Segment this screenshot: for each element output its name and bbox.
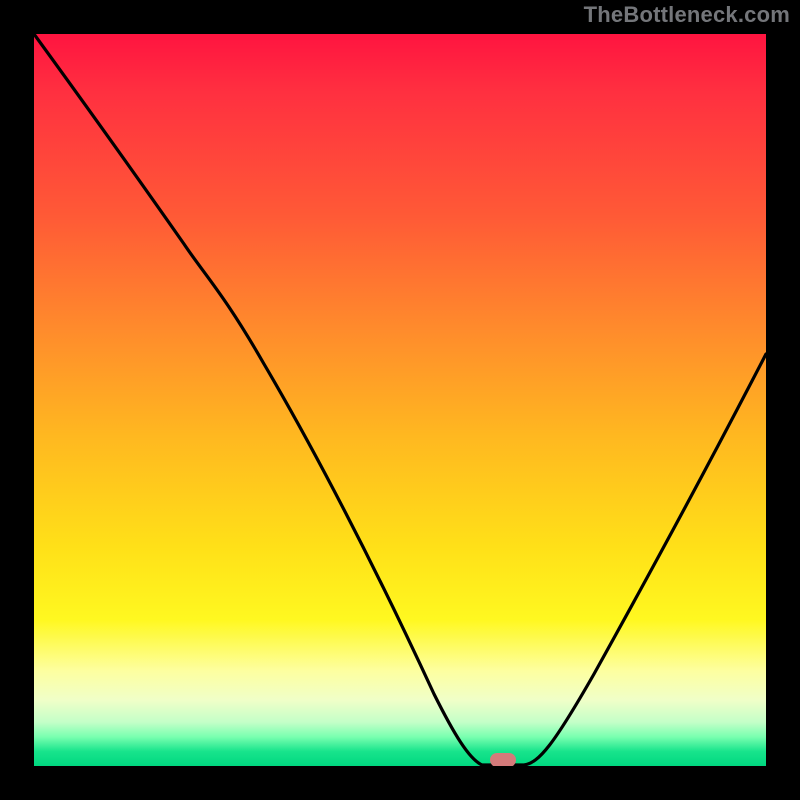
plot-area [34, 34, 766, 766]
bottleneck-curve [34, 34, 766, 766]
curve-path [34, 34, 766, 765]
optimal-marker [490, 753, 516, 766]
attribution-text: TheBottleneck.com [584, 2, 790, 28]
chart-frame: TheBottleneck.com [0, 0, 800, 800]
